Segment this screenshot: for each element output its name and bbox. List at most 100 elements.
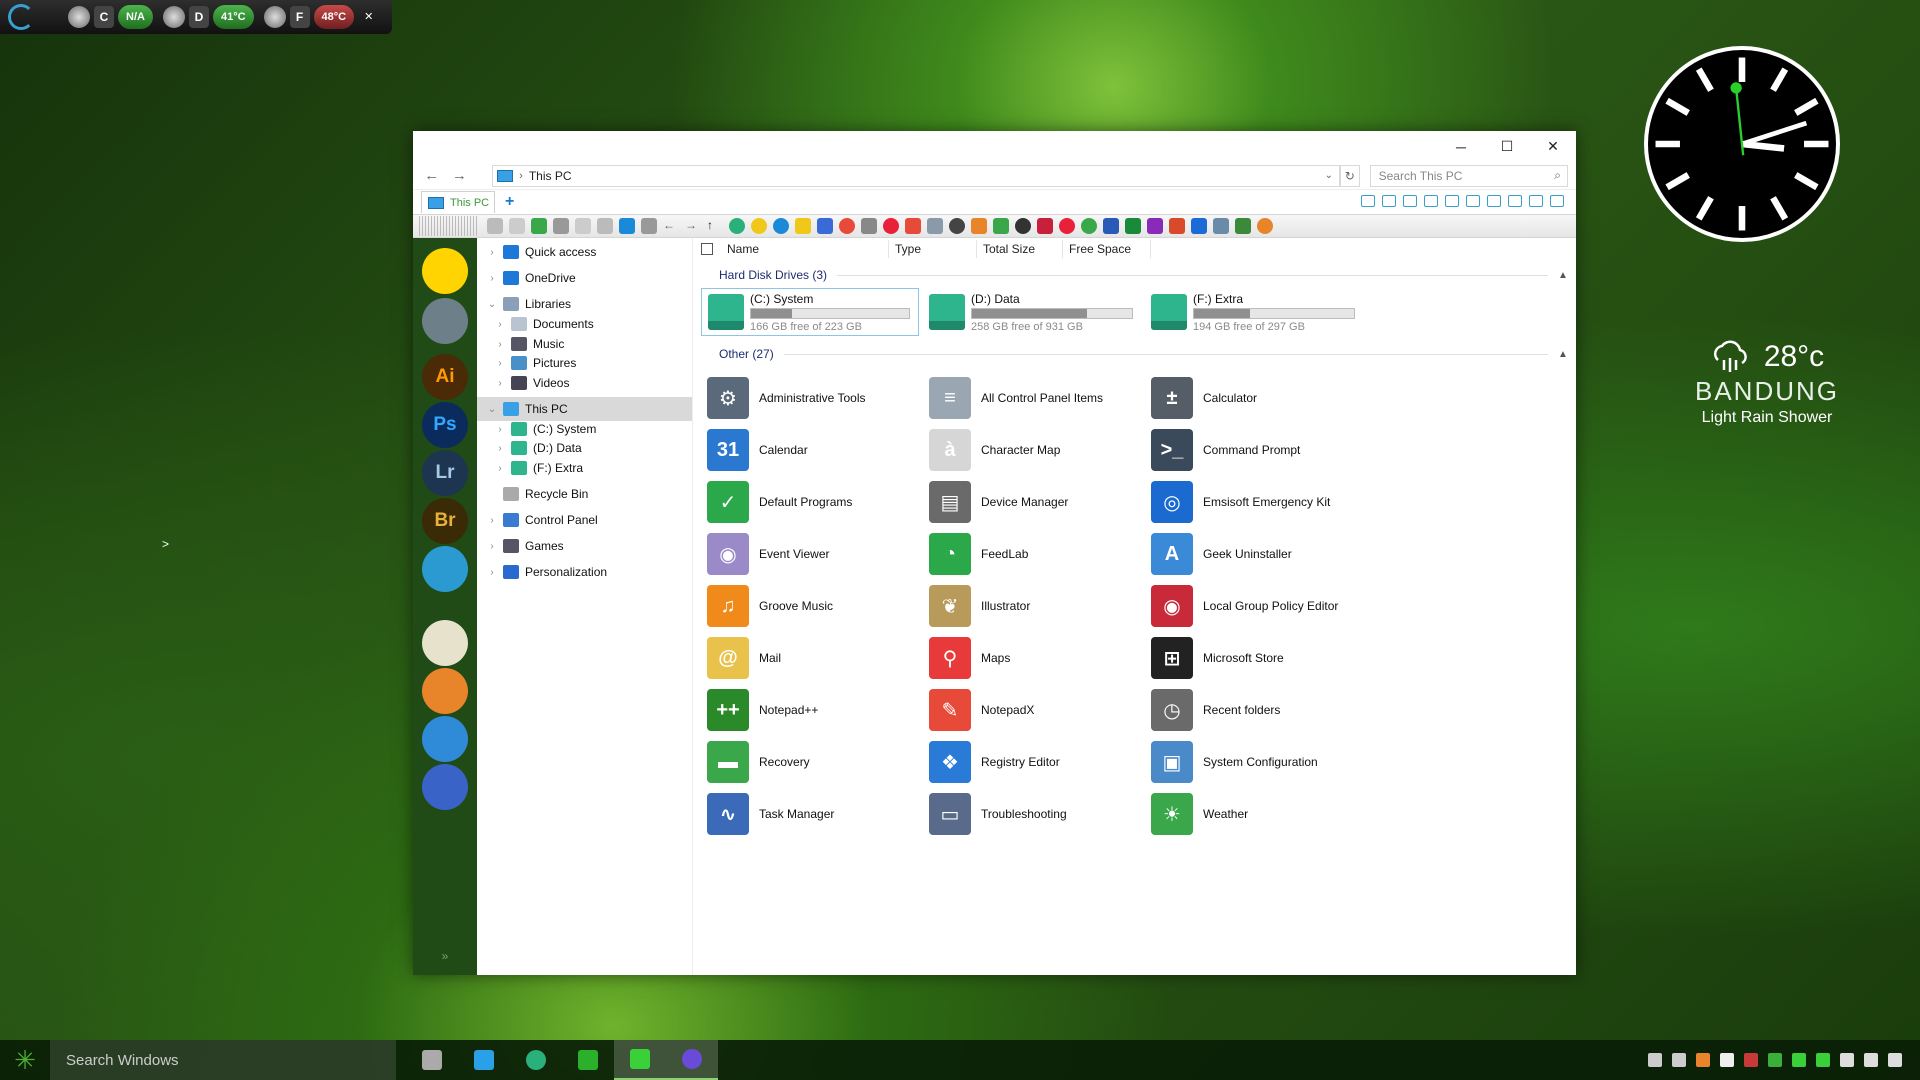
taskbar-firefox-app-button[interactable] bbox=[666, 1040, 718, 1080]
close-button[interactable]: ✕ bbox=[1530, 131, 1576, 162]
columns-icon[interactable] bbox=[641, 218, 657, 234]
recycle-icon[interactable] bbox=[993, 218, 1009, 234]
item-notepad[interactable]: ++ Notepad++ bbox=[697, 686, 919, 734]
launcher-lightroom-icon[interactable]: Lr bbox=[422, 450, 468, 496]
item-recent-folders[interactable]: ◷ Recent folders bbox=[1141, 686, 1363, 734]
taskbar-notes-button[interactable] bbox=[458, 1040, 510, 1080]
expand-right-icon[interactable]: › bbox=[493, 378, 507, 389]
nav-item-quick-access[interactable]: › Quick access bbox=[477, 240, 692, 264]
item-illustrator[interactable]: ❦ Illustrator bbox=[919, 582, 1141, 630]
find-icon[interactable] bbox=[773, 218, 789, 234]
expand-right-icon[interactable]: › bbox=[493, 339, 507, 350]
item-calendar[interactable]: 31 Calendar bbox=[697, 426, 919, 474]
item-task-manager[interactable]: ∿ Task Manager bbox=[697, 790, 919, 838]
launcher-illustrator-icon[interactable]: Ai bbox=[422, 354, 468, 400]
cut-icon[interactable] bbox=[1466, 195, 1480, 207]
expand-right-icon[interactable]: › bbox=[485, 541, 499, 552]
layout-icon[interactable] bbox=[1508, 195, 1522, 207]
drive-tile[interactable]: (D:) Data 258 GB free of 931 GB bbox=[923, 288, 1141, 336]
expand-right-icon[interactable]: › bbox=[493, 319, 507, 330]
item-registry-editor[interactable]: ❖ Registry Editor bbox=[919, 738, 1141, 786]
paste-icon[interactable] bbox=[1445, 195, 1459, 207]
smiley-icon[interactable] bbox=[751, 218, 767, 234]
address-dropdown-icon[interactable]: ⌄ bbox=[1325, 170, 1333, 181]
item-recovery[interactable]: ▬ Recovery bbox=[697, 738, 919, 786]
chevron-up-icon[interactable] bbox=[1672, 1053, 1686, 1067]
tab-this-pc[interactable]: This PC bbox=[421, 191, 495, 213]
lock-icon[interactable] bbox=[795, 218, 811, 234]
nav-item-personalization[interactable]: › Personalization bbox=[477, 560, 692, 584]
item-event-viewer[interactable]: ◉ Event Viewer bbox=[697, 530, 919, 578]
green-check-icon[interactable] bbox=[1792, 1053, 1806, 1067]
panel-icon[interactable] bbox=[1529, 195, 1543, 207]
settings-icon[interactable] bbox=[575, 218, 591, 234]
column-total-size[interactable]: Total Size bbox=[977, 240, 1063, 258]
taskbar-edge-button[interactable] bbox=[510, 1040, 562, 1080]
expand-right-icon[interactable]: › bbox=[493, 424, 507, 435]
collapse-icon[interactable]: ▲ bbox=[1558, 270, 1570, 281]
forward-button[interactable]: → bbox=[449, 167, 471, 184]
new-tab-button[interactable]: + bbox=[505, 193, 514, 211]
item-device-manager[interactable]: ▤ Device Manager bbox=[919, 478, 1141, 526]
details-icon[interactable] bbox=[1550, 195, 1564, 207]
title-bar[interactable]: ─ ☐ ✕ bbox=[413, 131, 1576, 162]
powerpoint-icon[interactable] bbox=[1169, 218, 1185, 234]
clock-icon[interactable] bbox=[949, 218, 965, 234]
expand-right-icon[interactable]: › bbox=[485, 247, 499, 258]
excel-icon[interactable] bbox=[1125, 218, 1141, 234]
notifications-icon[interactable] bbox=[1888, 1053, 1902, 1067]
expand-down-icon[interactable]: ⌄ bbox=[485, 299, 499, 310]
updates-icon[interactable] bbox=[1768, 1053, 1782, 1067]
up-arrow-icon[interactable]: ↑ bbox=[707, 218, 723, 234]
item-emsisoft-emergency-kit[interactable]: ◎ Emsisoft Emergency Kit bbox=[1141, 478, 1363, 526]
word-icon[interactable] bbox=[1103, 218, 1119, 234]
item-system-configuration[interactable]: ▣ System Configuration bbox=[1141, 738, 1363, 786]
picture-icon[interactable] bbox=[905, 218, 921, 234]
launcher-more-button[interactable]: » bbox=[413, 949, 477, 963]
nav-item-videos[interactable]: › Videos bbox=[477, 371, 692, 395]
back-button[interactable]: ← bbox=[421, 167, 443, 184]
item-calculator[interactable]: ± Calculator bbox=[1141, 374, 1363, 422]
expand-right-icon[interactable]: › bbox=[493, 463, 507, 474]
item-mail[interactable]: @ Mail bbox=[697, 634, 919, 682]
column-name[interactable]: Name bbox=[721, 240, 889, 258]
launcher-avatar-icon[interactable] bbox=[422, 298, 468, 344]
column-type[interactable]: Type bbox=[889, 240, 977, 258]
item-groove-music[interactable]: ♫ Groove Music bbox=[697, 582, 919, 630]
up-icon[interactable] bbox=[1361, 195, 1375, 207]
taskbar-file-explorer-button[interactable] bbox=[562, 1040, 614, 1080]
people-icon[interactable] bbox=[1648, 1053, 1662, 1067]
expand-down-icon[interactable]: ⌄ bbox=[485, 404, 499, 415]
image-icon[interactable] bbox=[1487, 195, 1501, 207]
drive-tile[interactable]: (F:) Extra 194 GB free of 297 GB bbox=[1145, 288, 1363, 336]
group-hard-disk-drives[interactable]: Hard Disk Drives (3) ▲ bbox=[693, 266, 1576, 284]
cpu-meter-icon[interactable] bbox=[1816, 1053, 1830, 1067]
monitor-icon[interactable] bbox=[1213, 218, 1229, 234]
red-tool-icon[interactable] bbox=[1037, 218, 1053, 234]
column-free-space[interactable]: Free Space bbox=[1063, 240, 1151, 258]
select-all-checkbox[interactable] bbox=[701, 243, 713, 255]
item-notepadx[interactable]: ✎ NotepadX bbox=[919, 686, 1141, 734]
group-other[interactable]: Other (27) ▲ bbox=[693, 345, 1576, 363]
item-default-programs[interactable]: ✓ Default Programs bbox=[697, 478, 919, 526]
item-administrative-tools[interactable]: ⚙ Administrative Tools bbox=[697, 374, 919, 422]
taskbar-search-box[interactable]: Search Windows bbox=[50, 1040, 396, 1080]
outlook-icon[interactable] bbox=[1191, 218, 1207, 234]
palette-icon[interactable] bbox=[1257, 218, 1273, 234]
breadcrumb-this-pc[interactable]: This PC bbox=[529, 169, 572, 183]
launcher-firefox-icon[interactable] bbox=[422, 764, 468, 810]
toolbar-grip[interactable] bbox=[419, 216, 477, 236]
save-icon[interactable] bbox=[553, 218, 569, 234]
gear-icon[interactable] bbox=[1081, 218, 1097, 234]
drive-tile[interactable]: (C:) System 166 GB free of 223 GB bbox=[701, 288, 919, 336]
expand-right-icon[interactable]: › bbox=[493, 443, 507, 454]
maximize-button[interactable]: ☐ bbox=[1484, 131, 1530, 162]
collapse-icon[interactable]: ▲ bbox=[1558, 349, 1570, 360]
item-all-control-panel-items[interactable]: ≡ All Control Panel Items bbox=[919, 374, 1141, 422]
item-geek-uninstaller[interactable]: A Geek Uninstaller bbox=[1141, 530, 1363, 578]
expand-right-icon[interactable]: › bbox=[485, 515, 499, 526]
eye-icon[interactable] bbox=[1059, 218, 1075, 234]
minimize-button[interactable]: ─ bbox=[1438, 131, 1484, 162]
back-arrow-icon[interactable]: ← bbox=[663, 218, 679, 234]
nav-item-recycle-bin[interactable]: Recycle Bin bbox=[477, 482, 692, 506]
